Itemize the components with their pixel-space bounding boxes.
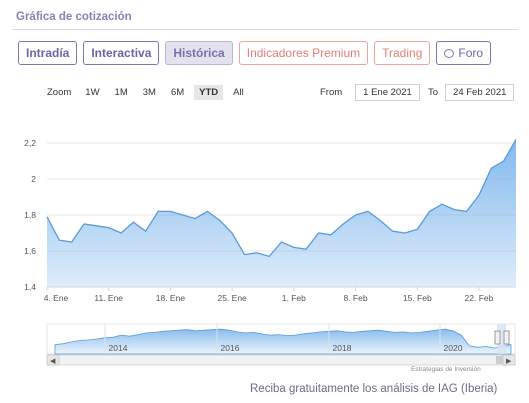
- tab-label: Histórica: [173, 46, 225, 60]
- zoom-6m-button[interactable]: 6M: [166, 85, 189, 100]
- x-tick-label: 11. Ene: [94, 293, 123, 303]
- date-range-from: From 1 Ene 2021: [320, 84, 420, 101]
- navigator[interactable]: 2014 2016 2018 2020: [46, 323, 516, 355]
- x-tick-label: 18. Ene: [156, 293, 186, 303]
- tab-interactiva[interactable]: Interactiva: [83, 41, 160, 65]
- y-tick-label: 1,8: [24, 210, 36, 220]
- zoom-label: Zoom: [47, 87, 72, 98]
- zoom-1w-button[interactable]: 1W: [80, 85, 104, 100]
- chart-tabs: Intradía Interactiva Histórica Indicador…: [18, 41, 492, 65]
- x-tick-label: 8. Feb: [343, 293, 367, 303]
- date-range-to: To 24 Feb 2021: [428, 84, 515, 101]
- navigator-year-label: 2020: [444, 343, 463, 353]
- zoom-ytd-button[interactable]: YTD: [194, 85, 224, 100]
- chart-credit: Estrategias de Inversión: [411, 366, 481, 373]
- navigator-year-label: 2018: [333, 343, 352, 353]
- x-tick-label: 25. Ene: [217, 293, 247, 303]
- tab-label: Foro: [458, 46, 484, 60]
- tab-intradia[interactable]: Intradía: [18, 41, 78, 65]
- speech-bubble-icon: [444, 48, 455, 58]
- zoom-all-button[interactable]: All: [228, 85, 249, 100]
- navigator-right-handle[interactable]: [503, 330, 510, 345]
- tab-indicadores-premium[interactable]: Indicadores Premium: [238, 41, 369, 65]
- title-divider: [12, 29, 518, 30]
- tab-label: Interactiva: [91, 46, 152, 60]
- y-tick-label: 2,2: [24, 138, 36, 148]
- y-tick-label: 1,4: [24, 282, 36, 292]
- tab-label: Trading: [382, 46, 423, 60]
- scrollbar-track[interactable]: [46, 354, 516, 366]
- navigator-year-label: 2014: [109, 343, 128, 353]
- to-date-input[interactable]: 24 Feb 2021: [445, 84, 515, 101]
- zoom-3m-button[interactable]: 3M: [138, 85, 161, 100]
- zoom-1m-button[interactable]: 1M: [110, 85, 133, 100]
- zoom-selector: Zoom 1W 1M 3M 6M YTD All: [47, 85, 254, 100]
- section-title: Gráfica de cotización: [16, 11, 132, 23]
- tab-historica[interactable]: Histórica: [165, 41, 233, 65]
- price-area: [47, 139, 516, 287]
- x-tick-label: 15. Feb: [403, 293, 432, 303]
- navigator-year-label: 2016: [221, 343, 240, 353]
- scroll-right-arrow-icon: ▶: [506, 358, 512, 365]
- tab-label: Indicadores Premium: [246, 46, 361, 60]
- navigator-scrollbar[interactable]: ◀ ▶: [46, 354, 516, 366]
- tab-foro[interactable]: Foro: [436, 41, 492, 65]
- x-tick-label: 4. Ene: [44, 293, 69, 303]
- tab-trading[interactable]: Trading: [374, 41, 431, 65]
- scroll-left-arrow-icon: ◀: [50, 358, 56, 365]
- from-label: From: [320, 87, 343, 98]
- tab-label: Intradía: [26, 46, 70, 60]
- y-tick-label: 1,6: [24, 246, 36, 256]
- x-tick-label: 1. Feb: [282, 293, 306, 303]
- price-chart: 1,4 1,6 1,8 2 2,2 4. Ene 11. Ene 18. Ene 25. En…: [24, 138, 517, 366]
- to-label: To: [428, 87, 439, 98]
- from-date-input[interactable]: 1 Ene 2021: [355, 84, 420, 101]
- x-tick-label: 22. Feb: [465, 293, 494, 303]
- navigator-left-handle[interactable]: [494, 330, 501, 345]
- footer-analysis-link[interactable]: Reciba gratuitamente los análisis de IAG…: [250, 383, 497, 395]
- y-tick-label: 2: [31, 174, 36, 184]
